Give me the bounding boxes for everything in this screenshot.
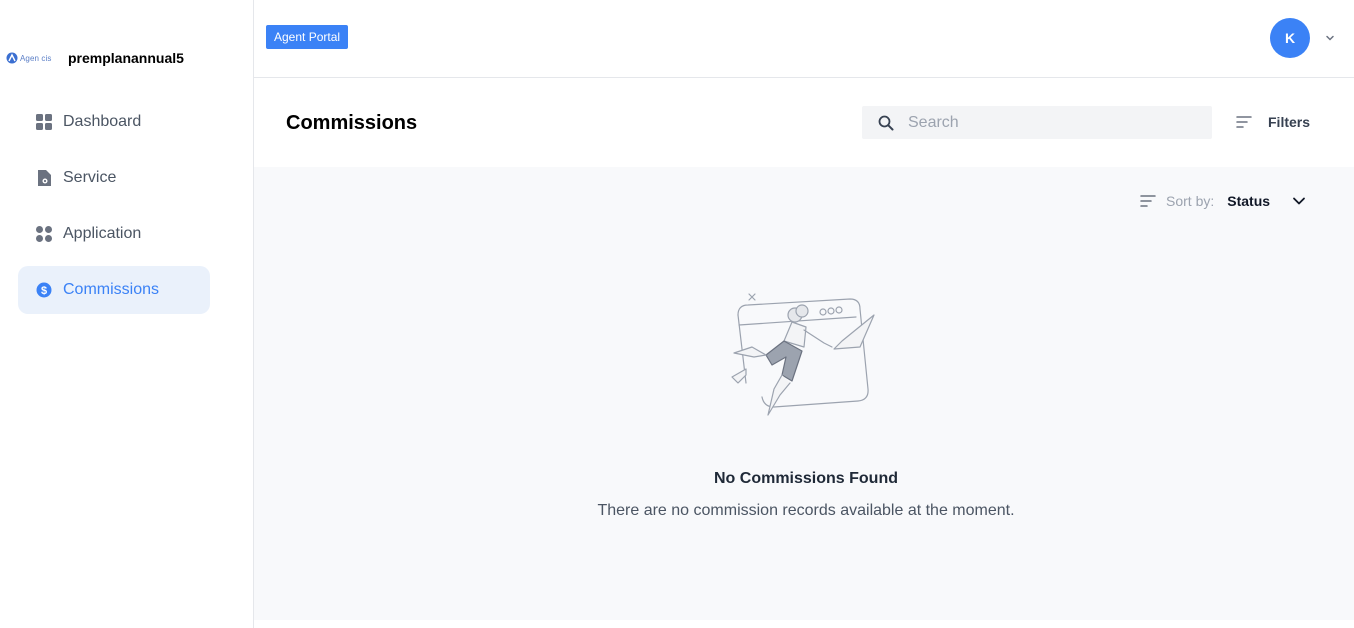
empty-state-title: No Commissions Found — [714, 470, 898, 487]
filter-lines-icon — [1236, 116, 1252, 128]
chevron-down-icon[interactable] — [1324, 32, 1336, 44]
search-box[interactable] — [862, 106, 1212, 139]
filters-label: Filters — [1268, 114, 1311, 130]
brand-logo: Agen cis — [6, 52, 62, 64]
document-icon — [36, 170, 52, 186]
page-title: Commissions — [286, 112, 418, 134]
account-name: premplanannual5 — [68, 50, 184, 66]
sidebar-nav: Dashboard Service Application $ Commissi… — [18, 98, 210, 322]
apps-grid-icon — [36, 226, 52, 242]
sort-dropdown[interactable]: Sort by: Status — [1140, 193, 1306, 209]
sidebar-item-label: Commissions — [63, 281, 160, 298]
sidebar-item-commissions[interactable]: $ Commissions — [18, 266, 210, 314]
search-input[interactable] — [908, 113, 1188, 132]
sidebar-item-label: Service — [63, 169, 117, 186]
sidebar-item-label: Application — [63, 225, 142, 242]
sidebar-item-service[interactable]: Service — [18, 154, 210, 202]
avatar[interactable]: K — [1270, 18, 1310, 58]
filters-button[interactable]: Filters — [1236, 114, 1310, 130]
sidebar-item-application[interactable]: Application — [18, 210, 210, 258]
top-bar: Agent Portal K — [254, 0, 1354, 78]
sort-label: Sort by: — [1166, 193, 1215, 209]
sidebar: Agen cis premplanannual5 Dashboard Servi… — [0, 0, 254, 628]
brand[interactable]: Agen cis premplanannual5 — [6, 48, 184, 68]
sidebar-item-label: Dashboard — [63, 113, 142, 130]
logo-text: Agen cis — [20, 53, 52, 63]
page-header: Commissions Filters — [254, 79, 1354, 167]
search-icon — [878, 115, 894, 130]
commissions-content: Sort by: Status No Commissions Found The… — [254, 167, 1354, 620]
sort-value: Status — [1227, 193, 1271, 209]
dollar-circle-icon: $ — [36, 282, 52, 298]
agent-portal-badge[interactable]: Agent Portal — [266, 25, 349, 49]
svg-text:$: $ — [41, 285, 47, 297]
avatar-initial: K — [1284, 30, 1296, 46]
sidebar-item-dashboard[interactable]: Dashboard — [18, 98, 210, 146]
dashboard-grid-icon — [36, 114, 52, 130]
chevron-down-icon — [1293, 197, 1305, 205]
empty-state-illustration — [731, 293, 875, 416]
empty-state-message: There are no commission records availabl… — [597, 502, 1015, 519]
sort-lines-icon — [1140, 195, 1156, 207]
logo-icon — [6, 52, 18, 64]
